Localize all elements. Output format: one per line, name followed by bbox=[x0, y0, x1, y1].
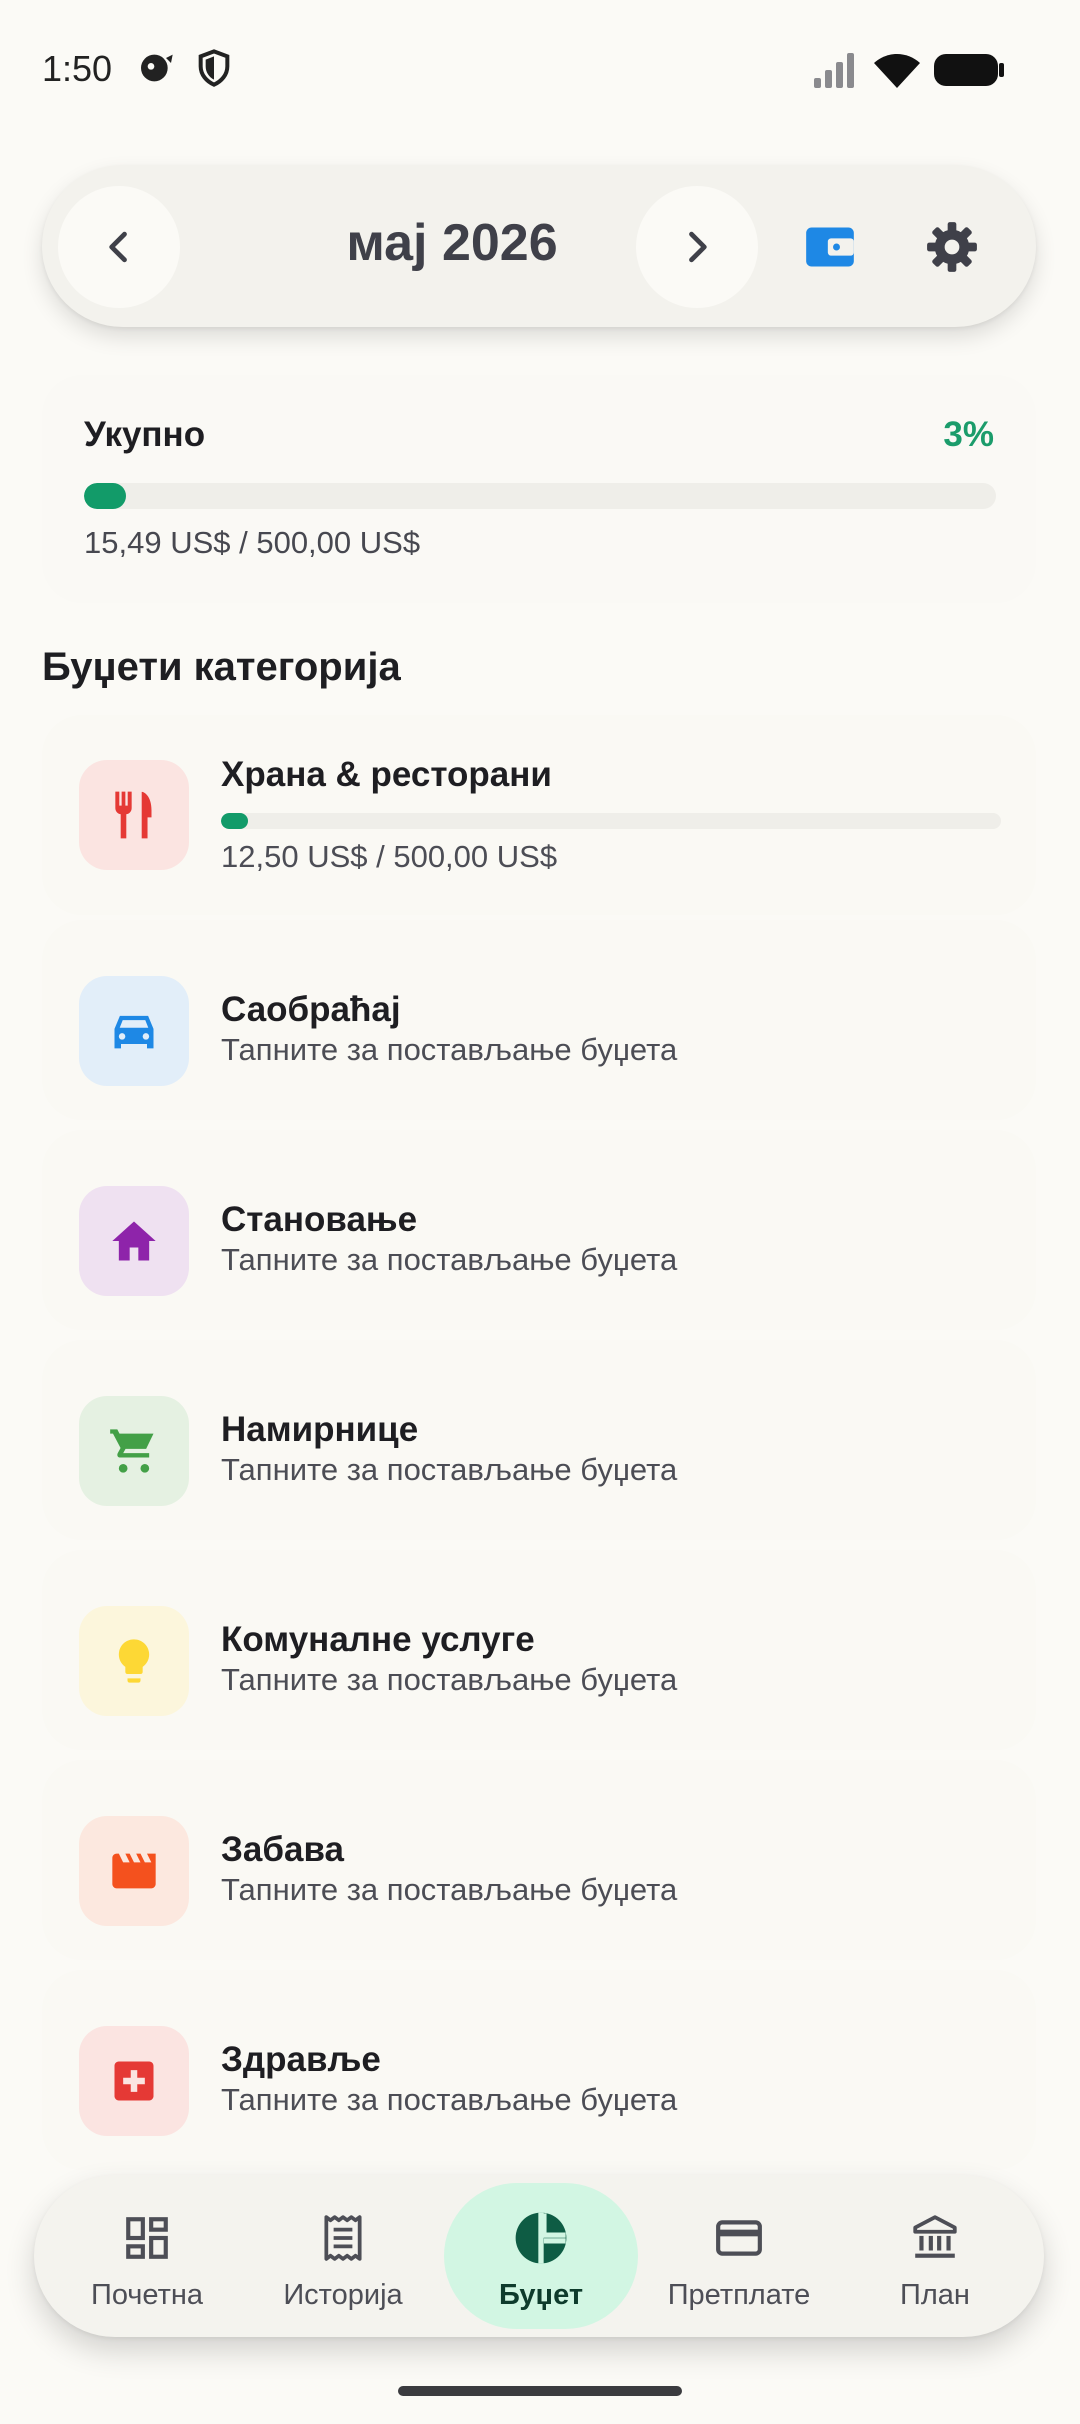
category-hint: Тапните за постављање буџета bbox=[221, 1032, 678, 1067]
total-amount: 15,49 US$ / 500,00 US$ bbox=[84, 525, 421, 560]
category-icon-bg bbox=[79, 760, 189, 870]
category-name: Саобраћај bbox=[221, 990, 401, 1029]
previous-month-button[interactable] bbox=[58, 186, 180, 308]
category-name: Здравље bbox=[221, 2040, 381, 2079]
nav-tab-label: Историја bbox=[283, 2279, 403, 2311]
status-bar: 1:50 bbox=[0, 0, 1080, 140]
restaurant-icon bbox=[115, 791, 152, 839]
category-row-housing[interactable]: Становање Тапните за постављање буџета bbox=[42, 1130, 1036, 1330]
car-icon bbox=[114, 1015, 154, 1049]
lightbulb-icon bbox=[118, 1639, 150, 1683]
credit-card-icon bbox=[716, 2220, 762, 2256]
wifi-icon bbox=[874, 54, 920, 88]
category-hint: Тапните за постављање буџета bbox=[221, 1662, 678, 1697]
month-header: мај 2026 bbox=[42, 165, 1036, 327]
category-row-utilities[interactable]: Комуналне услуге Тапните за постављање б… bbox=[42, 1550, 1036, 1750]
category-row-health[interactable]: Здравље Тапните за постављање буџета bbox=[42, 1970, 1036, 2170]
chevron-right-icon bbox=[689, 231, 707, 263]
category-progress-bar bbox=[221, 813, 1001, 829]
nav-tab-label: Буџет bbox=[498, 2279, 584, 2311]
total-progress-fill bbox=[84, 483, 126, 509]
category-icon-bg bbox=[79, 1606, 189, 1716]
signal-icon bbox=[814, 53, 854, 88]
bottom-navigation: Почетна Историја Буџет Претплате План bbox=[34, 2175, 1044, 2337]
clapperboard-icon bbox=[112, 1853, 156, 1889]
bank-icon bbox=[913, 2215, 957, 2258]
home-indicator[interactable] bbox=[398, 2386, 682, 2396]
shield-icon bbox=[198, 49, 230, 87]
category-row-food[interactable]: Храна & ресторани 12,50 US$ / 500,00 US$ bbox=[42, 715, 1036, 915]
section-title: Буџети категорија bbox=[42, 645, 401, 689]
category-icon-bg bbox=[79, 1396, 189, 1506]
category-hint: Тапните за постављање буџета bbox=[221, 1452, 678, 1487]
category-icon-bg bbox=[79, 2026, 189, 2136]
nav-tab-label: План bbox=[900, 2279, 970, 2311]
nav-tab-home[interactable]: Почетна bbox=[52, 2175, 242, 2337]
category-row-entertainment[interactable]: Забава Тапните за постављање буџета bbox=[42, 1760, 1036, 1960]
category-name: Храна & ресторани bbox=[221, 755, 552, 794]
next-month-button[interactable] bbox=[636, 186, 758, 308]
nav-tab-subscriptions[interactable]: Претплате bbox=[644, 2175, 834, 2337]
nav-tab-plan[interactable]: План bbox=[840, 2175, 1030, 2337]
status-time: 1:50 bbox=[42, 48, 113, 89]
category-name: Становање bbox=[221, 1200, 418, 1239]
total-percent: 3% bbox=[943, 415, 994, 454]
nav-tab-label: Претплате bbox=[667, 2279, 811, 2311]
pie-chart-icon bbox=[515, 2212, 567, 2264]
dashboard-icon bbox=[126, 2217, 168, 2259]
category-hint: Тапните за постављање буџета bbox=[221, 2082, 678, 2117]
category-name: Намирнице bbox=[221, 1410, 419, 1449]
wallet-icon[interactable] bbox=[804, 221, 856, 273]
category-progress-fill bbox=[221, 813, 248, 829]
category-name: Комуналне услуге bbox=[221, 1620, 535, 1659]
category-row-groceries[interactable]: Намирнице Тапните за постављање буџета bbox=[42, 1340, 1036, 1540]
category-icon-bg bbox=[79, 1186, 189, 1296]
category-amount: 12,50 US$ / 500,00 US$ bbox=[221, 839, 558, 874]
total-progress-bar bbox=[84, 483, 996, 509]
notification-icon bbox=[141, 54, 173, 82]
nav-tab-budget[interactable]: Буџет bbox=[446, 2175, 636, 2337]
category-icon-bg bbox=[79, 976, 189, 1086]
chevron-left-icon bbox=[109, 231, 127, 263]
cart-icon bbox=[110, 1429, 154, 1473]
nav-tab-label: Почетна bbox=[90, 2279, 204, 2311]
month-title: мај 2026 bbox=[346, 214, 558, 272]
receipt-icon bbox=[324, 2215, 362, 2261]
category-hint: Тапните за постављање буџета bbox=[221, 1872, 678, 1907]
nav-tab-history[interactable]: Историја bbox=[248, 2175, 438, 2337]
home-icon bbox=[112, 1221, 156, 1261]
settings-gear-icon[interactable] bbox=[926, 221, 978, 273]
medical-icon bbox=[114, 2061, 154, 2101]
category-row-transport[interactable]: Саобраћај Тапните за постављање буџета bbox=[42, 920, 1036, 1120]
total-label: Укупно bbox=[84, 415, 206, 454]
category-hint: Тапните за постављање буџета bbox=[221, 1242, 678, 1277]
total-budget-card[interactable]: Укупно 3% 15,49 US$ / 500,00 US$ bbox=[42, 375, 1036, 603]
category-icon-bg bbox=[79, 1816, 189, 1926]
battery-icon bbox=[934, 54, 1004, 86]
category-name: Забава bbox=[221, 1830, 344, 1869]
